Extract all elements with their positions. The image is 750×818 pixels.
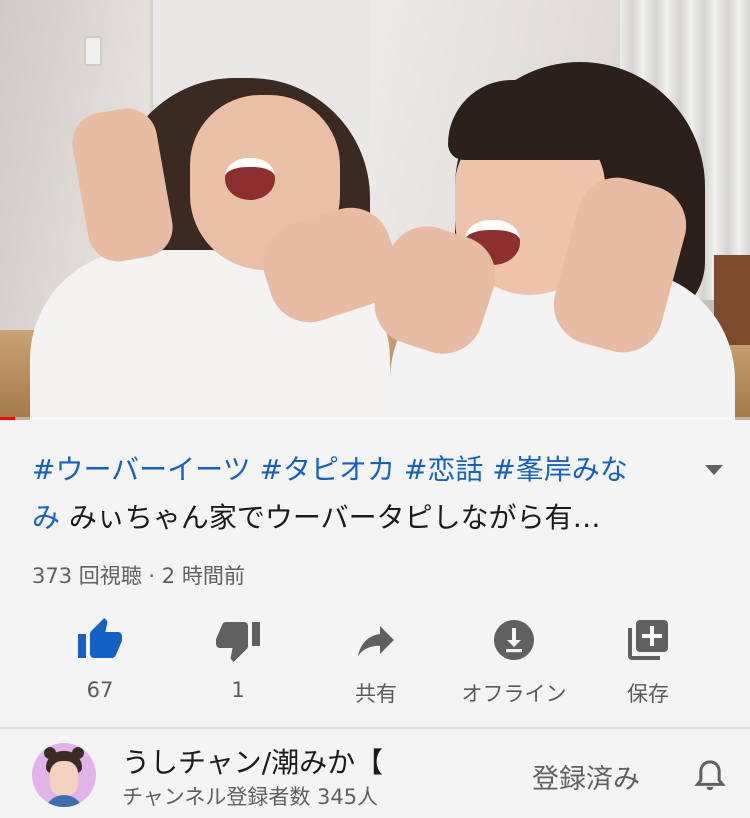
hashtag-link[interactable]: #ウーバーイーツ: [32, 453, 251, 486]
download-label: オフライン: [461, 682, 567, 706]
video-actions-bar: 67 1 共有 オフライン 保存: [30, 610, 720, 710]
share-label: 共有: [355, 682, 397, 706]
subscribed-button[interactable]: 登録済み: [532, 757, 640, 796]
light-switch: [84, 36, 102, 66]
like-button[interactable]: 67: [30, 610, 170, 702]
video-progress-bar[interactable]: [0, 417, 750, 420]
hashtag-link[interactable]: #峯岸みな: [492, 453, 627, 486]
avatar-body: [44, 795, 84, 807]
share-icon: [352, 616, 400, 664]
video-title-text: みぃちゃん家でウーバータピしながら有…: [60, 501, 601, 534]
video-progress-fill: [0, 417, 15, 420]
video-title-line-1: #ウーバーイーツ #タピオカ #恋話 #峯岸みな: [32, 446, 682, 494]
hashtag-link-continued[interactable]: み: [32, 501, 60, 534]
download-button[interactable]: オフライン: [444, 610, 584, 708]
hashtag-link[interactable]: #恋話: [404, 453, 483, 486]
share-button[interactable]: 共有: [306, 610, 446, 708]
channel-row[interactable]: うしチャン/潮みか【 チャンネル登録者数 345人 登録済み: [0, 729, 750, 818]
dislike-count: 1: [231, 678, 245, 702]
video-player[interactable]: [0, 0, 750, 420]
expand-description-icon[interactable]: [705, 465, 723, 475]
channel-avatar[interactable]: [32, 743, 96, 807]
thumbs-up-icon: [76, 616, 124, 664]
save-label: 保存: [627, 682, 669, 706]
avatar-face: [50, 761, 78, 797]
channel-subscriber-count: チャンネル登録者数 345人: [122, 785, 379, 809]
save-to-playlist-icon: [624, 616, 672, 664]
dislike-button[interactable]: 1: [168, 610, 308, 702]
video-title[interactable]: #ウーバーイーツ #タピオカ #恋話 #峯岸みな み みぃちゃん家でウーバータピ…: [32, 446, 682, 542]
channel-name[interactable]: うしチャン/潮みか【: [122, 741, 383, 781]
download-icon: [490, 616, 538, 664]
save-button[interactable]: 保存: [578, 610, 718, 708]
hashtag-link[interactable]: #タピオカ: [260, 453, 395, 486]
person-left-mouth: [225, 158, 275, 200]
thumbs-down-icon: [214, 616, 262, 664]
video-view-count-and-date: 373 回視聴 · 2 時間前: [32, 564, 245, 588]
video-title-line-2: み みぃちゃん家でウーバータピしながら有…: [32, 494, 682, 542]
like-count: 67: [86, 678, 114, 702]
bell-icon[interactable]: [690, 755, 730, 797]
